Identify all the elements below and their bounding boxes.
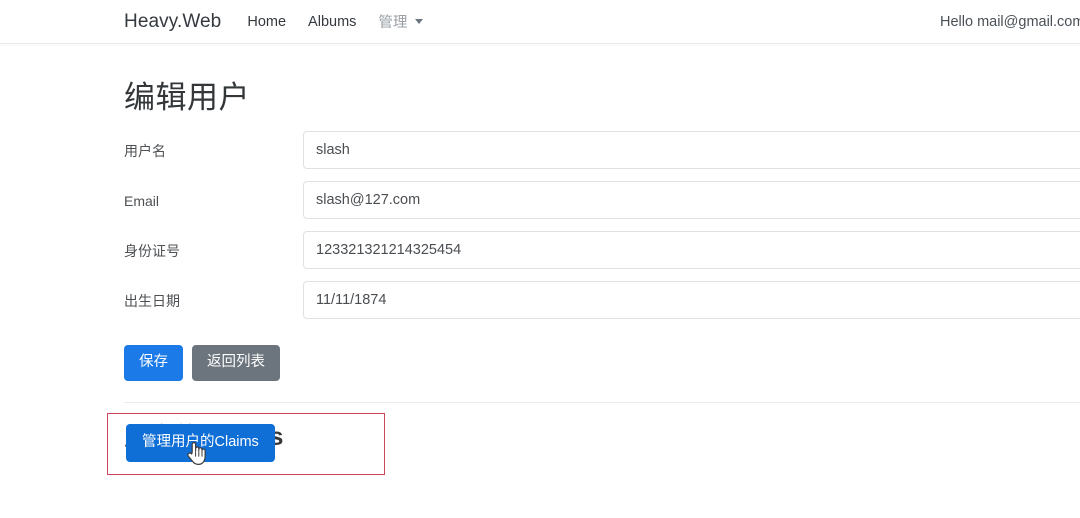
nav-dropdown-manage-label: 管理 <box>378 15 408 31</box>
nav-link-albums[interactable]: Albums <box>308 10 356 34</box>
top-navbar: Heavy.Web Home Albums 管理 Hello mail@gmai… <box>0 0 1080 44</box>
input-email[interactable] <box>303 181 1080 219</box>
label-email: Email <box>124 193 160 209</box>
manage-claims-button-wrap: 管理用户的Claims <box>126 424 275 462</box>
input-birth-date[interactable] <box>303 281 1080 319</box>
navbar-inner: Heavy.Web Home Albums 管理 Hello mail@gmai… <box>0 0 1080 43</box>
manage-user-claims-button[interactable]: 管理用户的Claims <box>126 424 275 462</box>
label-birth-date: 出生日期 <box>124 293 180 309</box>
brand-logo[interactable]: Heavy.Web <box>124 11 221 33</box>
input-username[interactable] <box>303 131 1080 169</box>
nav-link-home[interactable]: Home <box>247 10 286 34</box>
chevron-down-icon <box>415 19 424 24</box>
save-button[interactable]: 保存 <box>124 345 183 381</box>
back-to-list-button[interactable]: 返回列表 <box>192 345 280 381</box>
input-id-number[interactable] <box>303 231 1080 269</box>
page-title: 编辑用户 <box>124 80 250 115</box>
navbar-links: Home Albums 管理 <box>247 7 424 36</box>
user-greeting-link[interactable]: Hello mail@gmail.com <box>940 14 1080 30</box>
section-divider <box>124 401 1080 403</box>
label-id-number: 身份证号 <box>124 243 180 259</box>
form-row-id-number: 身份证号 <box>124 231 1080 281</box>
main-container: 编辑用户 用户名 Email 身份证号 出生日期 保存 返回列表 用户的Clai… <box>0 44 1080 453</box>
form-row-birth-date: 出生日期 <box>124 281 1080 331</box>
navbar-right: Hello mail@gmail.com <box>940 0 1080 43</box>
form-row-email: Email <box>124 181 1080 231</box>
form-row-username: 用户名 <box>124 131 1080 181</box>
form-button-row: 保存 返回列表 <box>124 345 1080 381</box>
edit-user-form: 用户名 Email 身份证号 出生日期 保存 返回列表 <box>124 131 1080 381</box>
label-username: 用户名 <box>124 143 166 159</box>
nav-dropdown-manage[interactable]: 管理 <box>378 7 424 36</box>
